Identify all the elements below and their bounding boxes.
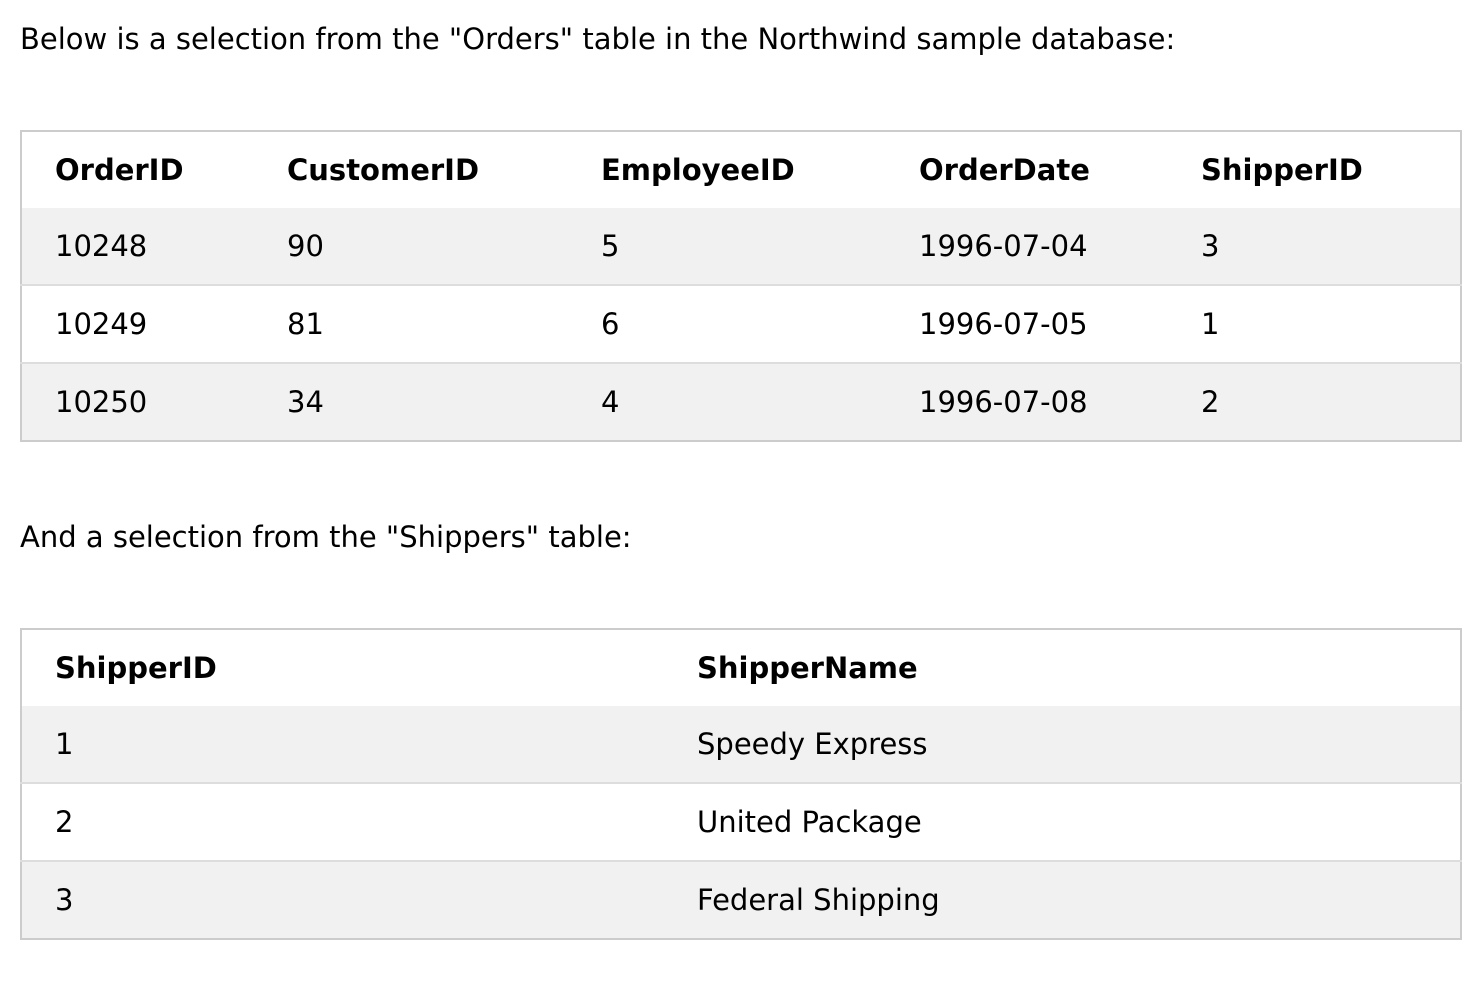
table-cell: 1 (1201, 307, 1220, 341)
table-cell: 81 (287, 307, 324, 341)
table-row: 3 Federal Shipping (21, 861, 1461, 939)
table-cell: 6 (601, 307, 620, 341)
table-cell: 5 (601, 229, 620, 263)
table-cell: 1996-07-08 (919, 385, 1088, 419)
orders-table: OrderID CustomerID EmployeeID OrderDate … (20, 130, 1462, 442)
shippers-intro-text: And a selection from the "Shippers" tabl… (20, 520, 632, 554)
table-cell: 4 (601, 385, 620, 419)
table-cell: 90 (287, 229, 324, 263)
column-header-customerid: CustomerID (287, 153, 480, 187)
table-cell: Speedy Express (697, 727, 928, 761)
table-row: 10248 90 5 1996-07-04 3 (21, 208, 1461, 285)
table-row: 10249 81 6 1996-07-05 1 (21, 285, 1461, 363)
table-cell: United Package (697, 805, 922, 839)
table-cell: 3 (1201, 229, 1220, 263)
orders-intro-text: Below is a selection from the "Orders" t… (20, 22, 1176, 56)
table-header-row: ShipperID ShipperName (21, 629, 1461, 706)
column-header-shipperid: ShipperID (1201, 153, 1363, 187)
table-cell: Federal Shipping (697, 883, 940, 917)
table-cell: 2 (55, 805, 74, 839)
table-cell: 10249 (55, 307, 148, 341)
table-cell: 34 (287, 385, 324, 419)
column-header-orderid: OrderID (55, 153, 184, 187)
table-cell: 2 (1201, 385, 1220, 419)
table-row: 2 United Package (21, 783, 1461, 861)
table-cell: 10250 (55, 385, 148, 419)
column-header-employeeid: EmployeeID (601, 153, 795, 187)
table-cell: 1 (55, 727, 74, 761)
column-header-shipperid: ShipperID (55, 651, 217, 685)
shippers-table: ShipperID ShipperName 1 Speedy Express 2… (20, 628, 1462, 940)
table-header-row: OrderID CustomerID EmployeeID OrderDate … (21, 131, 1461, 208)
table-row: 1 Speedy Express (21, 706, 1461, 783)
table-cell: 1996-07-04 (919, 229, 1088, 263)
table-row: 10250 34 4 1996-07-08 2 (21, 363, 1461, 441)
table-cell: 1996-07-05 (919, 307, 1088, 341)
column-header-orderdate: OrderDate (919, 153, 1090, 187)
column-header-shippername: ShipperName (697, 651, 918, 685)
table-cell: 10248 (55, 229, 148, 263)
table-cell: 3 (55, 883, 74, 917)
